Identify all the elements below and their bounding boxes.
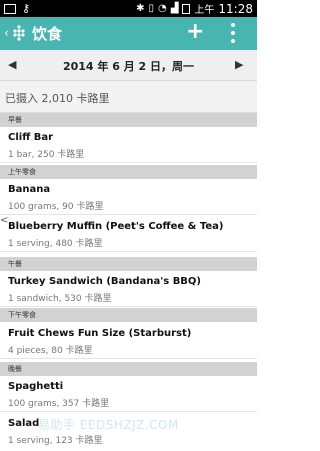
meal-header-dinner: 晚餐	[0, 362, 257, 376]
status-bar: ⚷ ✱ ▯ ◔ ▟ 上午 11:28	[0, 0, 257, 17]
food-detail: 100 grams, 90 卡路里	[8, 202, 104, 212]
food-detail: 4 pieces, 80 卡路里	[8, 346, 93, 356]
signal-icon: ▟	[170, 3, 179, 14]
food-detail: 1 serving, 123 卡路里	[8, 436, 103, 446]
food-detail: 100 grams, 357 卡路里	[8, 399, 110, 409]
wifi-icon: ◔	[157, 3, 167, 14]
food-entry[interactable]: Banana 100 grams, 90 卡路里	[0, 180, 257, 215]
overflow-menu-icon[interactable]	[230, 23, 236, 43]
add-icon[interactable]: +	[186, 19, 204, 44]
next-day-icon[interactable]: ▶	[235, 58, 243, 71]
meal-header-label: 上午零食	[8, 168, 36, 176]
food-entry[interactable]: Spaghetti 100 grams, 357 卡路里	[0, 377, 257, 412]
meal-header-label: 晚餐	[8, 365, 22, 373]
logo-icon[interactable]	[11, 24, 27, 42]
food-name: Cliff Bar	[8, 132, 54, 143]
watermark: 易助手 EEDSHZJZ.COM	[38, 418, 179, 432]
battery-icon	[182, 3, 191, 14]
notification-icon	[4, 3, 16, 14]
food-name: Spaghetti	[8, 381, 64, 392]
food-entry[interactable]: Turkey Sandwich (Bandana's BBQ) 1 sandwi…	[0, 272, 257, 307]
food-name: Banana	[8, 184, 51, 195]
date-navigator: ◀ 2014 年 6 月 2 日，周一 ▶	[0, 50, 257, 81]
meal-header-lunch: 午餐	[0, 257, 257, 271]
app-bar: ‹ 饮食 +	[0, 17, 257, 50]
calorie-summary-text: 已摄入 2,010 卡路里	[5, 92, 110, 105]
food-name: Blueberry Muffin (Peet's Coffee & Tea)	[8, 221, 224, 232]
food-name: Fruit Chews Fun Size (Starburst)	[8, 328, 192, 339]
key-icon: ⚷	[22, 2, 31, 15]
calorie-summary: 已摄入 2,010 卡路里	[0, 81, 257, 113]
date-label[interactable]: 2014 年 6 月 2 日，周一	[0, 58, 257, 74]
meal-header-morning-snack: 上午零食	[0, 165, 257, 179]
meal-header-label: 早餐	[8, 116, 22, 124]
food-name: Turkey Sandwich (Bandana's BBQ)	[8, 276, 202, 287]
meal-header-afternoon-snack: 下午零食	[0, 308, 257, 322]
clock: 11:28	[218, 1, 253, 16]
food-entry[interactable]: Fruit Chews Fun Size (Starburst) 4 piece…	[0, 324, 257, 359]
back-icon[interactable]: ‹	[4, 26, 9, 40]
food-entry[interactable]: Cliff Bar 1 bar, 250 卡路里	[0, 128, 257, 163]
food-detail: 1 serving, 480 卡路里	[8, 239, 103, 249]
food-detail: 1 sandwich, 530 卡路里	[8, 294, 112, 304]
am-pm-label: 上午	[194, 5, 215, 16]
page-title: 饮食	[32, 25, 63, 43]
food-name: Salad	[8, 418, 40, 429]
food-detail: 1 bar, 250 卡路里	[8, 150, 85, 160]
meal-header-label: 下午零食	[8, 311, 36, 319]
food-entry[interactable]: Blueberry Muffin (Peet's Coffee & Tea) 1…	[0, 217, 257, 252]
edge-swipe-arrow-icon[interactable]: <	[0, 215, 8, 226]
meal-header-label: 午餐	[8, 260, 22, 268]
status-right-icons: ✱ ▯ ◔ ▟ 上午 11:28	[136, 1, 253, 17]
vibrate-icon: ▯	[148, 3, 154, 14]
status-left-icons: ⚷	[4, 2, 30, 15]
meal-header-breakfast: 早餐	[0, 113, 257, 127]
bluetooth-icon: ✱	[136, 3, 145, 14]
